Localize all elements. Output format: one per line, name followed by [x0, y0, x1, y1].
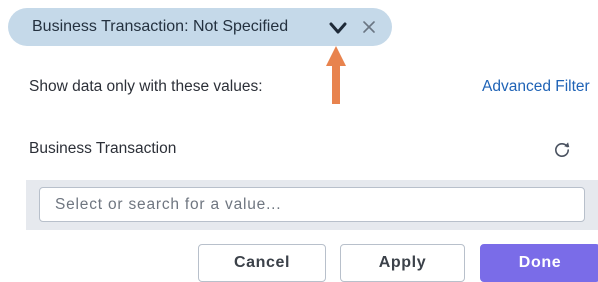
arrow-up-icon — [326, 46, 346, 104]
advanced-filter-link[interactable]: Advanced Filter — [482, 78, 590, 96]
done-button[interactable]: Done — [480, 244, 598, 282]
filter-caption: Show data only with these values: — [29, 78, 263, 95]
cancel-button[interactable]: Cancel — [198, 244, 326, 282]
filter-chip-label: Business Transaction: Not Specified — [32, 18, 289, 35]
chevron-down-icon[interactable] — [328, 18, 348, 38]
search-input[interactable] — [39, 187, 585, 222]
search-field-container — [26, 180, 598, 230]
filter-chip[interactable]: Business Transaction: Not Specified — [8, 8, 392, 46]
close-icon[interactable] — [361, 19, 377, 35]
refresh-icon[interactable] — [552, 140, 572, 160]
apply-button[interactable]: Apply — [340, 244, 465, 282]
section-title: Business Transaction — [29, 140, 177, 157]
